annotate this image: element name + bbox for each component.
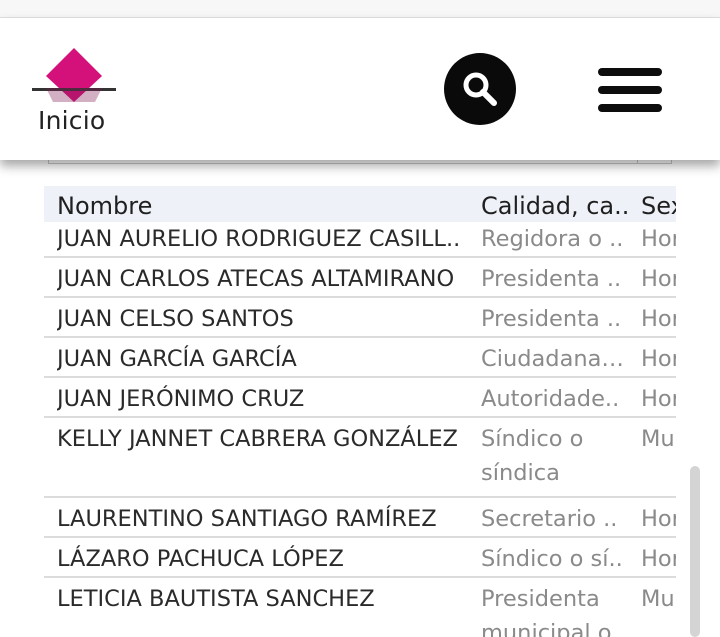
cell-sexo: Hor [641,306,676,332]
cell-sexo: Hor [641,506,676,532]
cell-nombre: LÁZARO PACHUCA LÓPEZ [57,546,344,572]
browser-top-strip [0,0,720,18]
table-row[interactable]: JUAN CELSO SANTOS Presidenta .. Hor [44,298,676,338]
cell-calidad: Regidora o .. [481,226,624,252]
cell-nombre: JUAN JERÓNIMO CRUZ [57,386,305,412]
menu-bar [598,86,662,94]
cell-sexo: Mu [641,426,675,452]
cell-sexo: Hor [641,386,676,412]
column-header-nombre[interactable]: Nombre [57,192,152,220]
results-table: JUAN AURELIO RODRIGUEZ CASILL.. Regidora… [44,186,676,637]
hamburger-menu-icon[interactable] [596,66,664,114]
table-row[interactable]: LAURENTINO SANTIAGO RAMÍREZ Secretario .… [44,498,676,538]
cell-calidad: Ciudadana (.. [481,346,629,372]
search-button[interactable] [444,53,516,125]
cell-calidad: Presidenta .. [481,266,622,292]
cell-nombre: JUAN CELSO SANTOS [57,306,294,332]
table-row[interactable]: JUAN JERÓNIMO CRUZ Autoridade.. Hor [44,378,676,418]
table-row[interactable]: JUAN AURELIO RODRIGUEZ CASILL.. Regidora… [44,218,676,258]
cell-calidad: Síndico o síndica [481,426,584,486]
table-body: JUAN AURELIO RODRIGUEZ CASILL.. Regidora… [44,218,676,637]
site-header: Inicio [0,18,720,160]
cell-sexo: Hor [641,226,676,252]
table-header: Nombre Calidad, ca.. Sex [44,186,676,222]
cell-nombre: JUAN AURELIO RODRIGUEZ CASILL.. [57,226,461,252]
cell-nombre: JUAN CARLOS ATECAS ALTAMIRANO [57,266,455,292]
cell-nombre: LETICIA BAUTISTA SANCHEZ [57,586,375,612]
table-row[interactable]: JUAN GARCÍA GARCÍA Ciudadana (.. Hor [44,338,676,378]
cell-nombre: LAURENTINO SANTIAGO RAMÍREZ [57,506,437,532]
table-row[interactable]: KELLY JANNET CABRERA GONZÁLEZ Síndico o … [44,418,676,498]
cell-calidad: Autoridade.. [481,386,620,412]
cell-sexo: Hor [641,266,676,292]
table-row[interactable]: JUAN CARLOS ATECAS ALTAMIRANO Presidenta… [44,258,676,298]
ballot-box-logo-icon [32,48,116,102]
home-label: Inicio [38,106,106,135]
cell-sexo: Hor [641,346,676,372]
table-row[interactable]: LÁZARO PACHUCA LÓPEZ Síndico o sí.. Hor [44,538,676,578]
menu-bar [598,68,662,76]
cell-nombre: KELLY JANNET CABRERA GONZÁLEZ [57,426,458,452]
cell-calidad: Presidenta municipal o [481,586,612,637]
search-icon [463,72,497,106]
menu-bar [598,104,662,112]
cell-calidad: Secretario .. [481,506,618,532]
cell-nombre: JUAN GARCÍA GARCÍA [57,346,297,372]
vertical-scrollbar[interactable] [690,466,700,637]
column-header-sexo[interactable]: Sex [641,192,676,220]
table-row[interactable]: LETICIA BAUTISTA SANCHEZ Presidenta muni… [44,578,676,637]
cell-calidad: Síndico o sí.. [481,546,623,572]
cell-sexo: Mu [641,586,675,612]
home-logo-link[interactable]: Inicio [32,46,116,136]
cell-calidad: Presidenta .. [481,306,622,332]
cell-sexo: Hor [641,546,676,572]
search-field-edge [48,160,672,164]
column-header-calidad[interactable]: Calidad, ca.. [481,192,629,220]
